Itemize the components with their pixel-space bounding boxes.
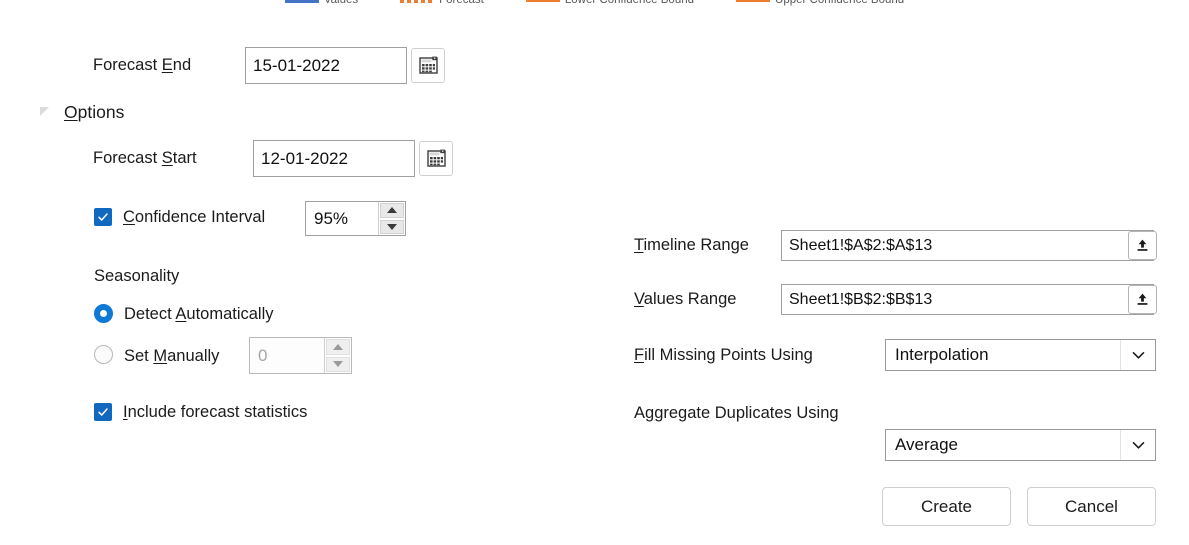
fill-missing-points-select[interactable]: Interpolation bbox=[885, 339, 1156, 371]
legend-item-forecast[interactable]: Forecast bbox=[400, 0, 484, 7]
legend-item-lower-confidence-bound[interactable]: Lower Confidence Bound bbox=[525, 0, 695, 7]
timeline-range-input[interactable]: Sheet1!$A$2:$A$13 bbox=[781, 230, 1154, 261]
legend-item-values[interactable]: Values bbox=[284, 0, 359, 7]
values-range-label: Values Range bbox=[634, 290, 737, 308]
seasonality-manual-stepper-buttons bbox=[324, 338, 351, 373]
arrow-down-icon bbox=[333, 361, 343, 368]
confidence-interval-label: Confidence Interval bbox=[123, 208, 266, 226]
confidence-interval-decrement-button[interactable] bbox=[380, 219, 404, 234]
arrow-down-icon bbox=[387, 223, 397, 230]
seasonality-detect-automatically-label: Detect Automatically bbox=[124, 305, 274, 323]
forecast-start-calendar-button[interactable] bbox=[419, 141, 453, 176]
confidence-interval-stepper[interactable]: 95% bbox=[305, 201, 406, 236]
checkmark-icon bbox=[98, 408, 108, 416]
arrow-up-icon bbox=[387, 207, 397, 214]
seasonality-detect-automatically-radio[interactable] bbox=[94, 304, 113, 323]
seasonality-manual-increment-button[interactable] bbox=[326, 339, 350, 355]
arrow-up-icon bbox=[333, 343, 343, 350]
include-forecast-statistics-label: Include forecast statistics bbox=[123, 403, 308, 421]
forecast-end-value: 15-01-2022 bbox=[253, 56, 340, 75]
timeline-range-value: Sheet1!$A$2:$A$13 bbox=[789, 236, 933, 254]
calendar-icon bbox=[418, 56, 438, 74]
confidence-interval-value[interactable]: 95% bbox=[306, 202, 378, 235]
forecast-start-label: Forecast Start bbox=[93, 149, 197, 167]
chart-legend: Values Forecast Lower Confidence Bound U… bbox=[0, 0, 1189, 11]
legend-label-forecast: Forecast bbox=[439, 0, 484, 7]
forecast-start-input[interactable]: 12-01-2022 bbox=[253, 140, 415, 177]
create-button[interactable]: Create bbox=[882, 487, 1011, 526]
chevron-down-icon[interactable] bbox=[1120, 340, 1155, 370]
cancel-button[interactable]: Cancel bbox=[1027, 487, 1156, 526]
fill-missing-points-value: Interpolation bbox=[895, 345, 989, 364]
calendar-icon bbox=[426, 149, 446, 167]
range-selector-icon bbox=[1137, 239, 1148, 251]
aggregate-duplicates-select[interactable]: Average bbox=[885, 429, 1156, 461]
forecast-end-input[interactable]: 15-01-2022 bbox=[245, 47, 407, 84]
confidence-interval-checkbox[interactable] bbox=[94, 208, 112, 226]
seasonality-heading: Seasonality bbox=[94, 267, 180, 285]
forecast-end-label: Forecast End bbox=[93, 56, 192, 74]
seasonality-manual-decrement-button[interactable] bbox=[326, 356, 350, 372]
seasonality-set-manually-label: Set Manually bbox=[124, 347, 220, 365]
legend-swatch-lower-confidence-bound-icon bbox=[525, 0, 560, 2]
timeline-range-selector-button[interactable] bbox=[1128, 231, 1157, 260]
values-range-input[interactable]: Sheet1!$B$2:$B$13 bbox=[781, 284, 1154, 315]
chevron-down-icon[interactable] bbox=[1120, 430, 1155, 460]
legend-label-lower-confidence-bound: Lower Confidence Bound bbox=[564, 0, 695, 7]
legend-item-upper-confidence-bound[interactable]: Upper Confidence Bound bbox=[736, 0, 904, 7]
options-collapse-triangle-icon[interactable] bbox=[40, 107, 49, 116]
seasonality-set-manually-radio[interactable] bbox=[94, 345, 113, 364]
options-section-header[interactable]: Options bbox=[64, 103, 124, 122]
legend-swatch-upper-confidence-bound-icon bbox=[736, 0, 771, 2]
fill-missing-points-label: Fill Missing Points Using bbox=[634, 346, 813, 364]
seasonality-manual-stepper[interactable]: 0 bbox=[249, 337, 352, 374]
range-selector-icon bbox=[1137, 293, 1148, 305]
seasonality-manual-value[interactable]: 0 bbox=[250, 338, 324, 373]
confidence-interval-increment-button[interactable] bbox=[380, 203, 404, 218]
values-range-value: Sheet1!$B$2:$B$13 bbox=[789, 290, 933, 308]
values-range-selector-button[interactable] bbox=[1128, 285, 1157, 314]
checkmark-icon bbox=[98, 213, 108, 221]
legend-label-upper-confidence-bound: Upper Confidence Bound bbox=[775, 0, 905, 7]
legend-swatch-values-icon bbox=[284, 0, 319, 3]
aggregate-duplicates-value: Average bbox=[895, 435, 959, 454]
legend-swatch-forecast-icon bbox=[400, 0, 435, 3]
timeline-range-label: Timeline Range bbox=[634, 236, 749, 254]
forecast-end-calendar-button[interactable] bbox=[411, 48, 445, 83]
include-forecast-statistics-checkbox[interactable] bbox=[94, 403, 112, 421]
forecast-start-value: 12-01-2022 bbox=[261, 149, 348, 168]
legend-label-values: Values bbox=[323, 0, 359, 7]
aggregate-duplicates-label: Aggregate Duplicates Using bbox=[634, 404, 839, 422]
confidence-interval-stepper-buttons bbox=[378, 202, 405, 235]
